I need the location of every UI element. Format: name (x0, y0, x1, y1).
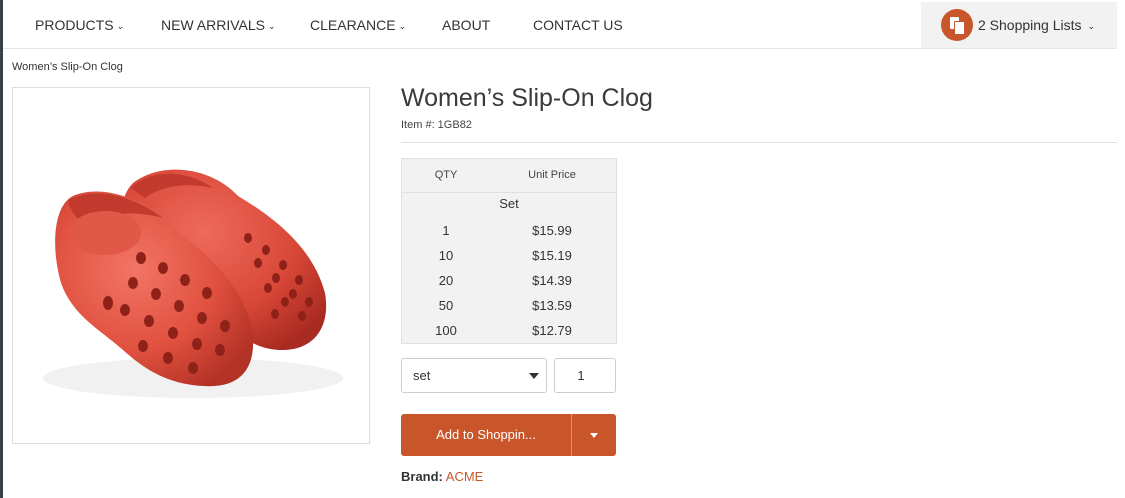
add-options-dropdown[interactable] (572, 414, 616, 456)
product-title: Women’s Slip-On Clog (401, 84, 653, 112)
add-to-shopping-list-button[interactable]: Add to Shoppin... (401, 414, 616, 456)
nav-contact-us[interactable]: CONTACT US (533, 2, 623, 48)
top-nav: PRODUCTS ⌄ NEW ARRIVALS ⌄ CLEARANCE ⌄ ABOUT… (3, 2, 1117, 49)
breadcrumb: Women’s Slip-On Clog (12, 61, 123, 73)
brand-info: Brand: ACME (401, 469, 484, 484)
price-row: 50 $13.59 (438, 298, 572, 313)
quantity-input[interactable] (554, 358, 616, 393)
price-row: 10 $15.19 (438, 248, 572, 263)
price-table-header: QTY Unit Price (402, 159, 616, 193)
unit-price-header: Unit Price (528, 169, 576, 181)
shopping-lists-button[interactable]: 2 Shopping Lists ⌄ (921, 2, 1117, 48)
nav-about[interactable]: ABOUT (442, 2, 490, 48)
unit-select[interactable]: set (401, 358, 547, 393)
nav-clearance[interactable]: CLEARANCE ⌄ (310, 2, 406, 48)
product-image[interactable] (12, 87, 370, 444)
chevron-down-icon: ⌄ (116, 21, 125, 31)
red-clogs-image (43, 169, 343, 398)
window-edge (0, 0, 3, 498)
qty-header: QTY (434, 169, 458, 181)
caret-down-icon (590, 433, 598, 438)
price-row: 1 $15.99 (442, 223, 572, 238)
dropdown-arrow-icon (529, 373, 539, 379)
price-row: 100 $12.79 (435, 323, 572, 338)
shopping-list-icon (941, 9, 973, 41)
chevron-down-icon: ⌄ (398, 21, 407, 31)
item-number: Item #: 1GB82 (401, 119, 472, 131)
brand-link[interactable]: ACME (446, 469, 484, 484)
divider (401, 142, 1117, 143)
chevron-down-icon: ⌄ (1087, 21, 1096, 31)
nav-new-arrivals[interactable]: NEW ARRIVALS ⌄ (161, 2, 276, 48)
price-row: 20 $14.39 (438, 273, 572, 288)
price-table: QTY Unit Price Set 1 $15.99 10 $15.19 20… (401, 158, 617, 344)
price-unit-label: Set (499, 196, 519, 211)
nav-products[interactable]: PRODUCTS ⌄ (35, 2, 124, 48)
chevron-down-icon: ⌄ (268, 21, 276, 31)
